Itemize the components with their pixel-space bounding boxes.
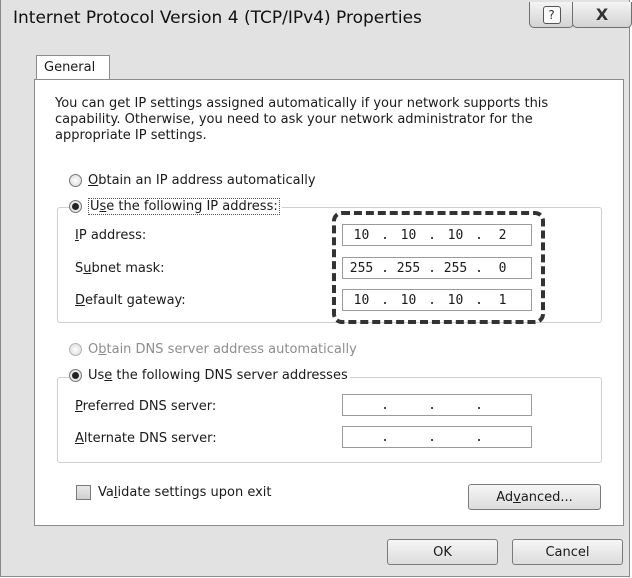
obtain-ip-auto-option[interactable]: Obtain an IP address automatically <box>69 173 316 188</box>
title-bar: Internet Protocol Version 4 (TCP/IPv4) P… <box>1 0 632 40</box>
use-following-dns-option[interactable]: Use the following DNS server addresses <box>69 368 350 383</box>
ok-button[interactable]: OK <box>387 539 498 565</box>
close-icon: X <box>595 5 609 24</box>
use-following-ip-label: Use the following IP address: <box>88 198 280 215</box>
description-text: You can get IP settings assigned automat… <box>55 96 549 143</box>
obtain-ip-auto-label: Obtain an IP address automatically <box>88 173 316 188</box>
obtain-dns-auto-option[interactable]: Obtain DNS server address automatically <box>69 342 357 357</box>
dns-settings-group <box>57 377 602 463</box>
alternate-dns-input[interactable]: . . . <box>342 426 532 448</box>
tab-general[interactable]: General <box>36 55 110 79</box>
obtain-ip-auto-radio[interactable] <box>69 174 82 187</box>
close-button[interactable]: X <box>572 2 632 28</box>
highlight-dashed-box <box>332 211 545 324</box>
use-following-ip-radio[interactable] <box>69 200 82 213</box>
subnet-mask-label: Subnet mask: <box>75 261 165 276</box>
default-gateway-label: Default gateway: <box>75 293 186 308</box>
help-icon: ? <box>542 5 561 24</box>
validate-settings-checkbox[interactable] <box>76 485 91 500</box>
preferred-dns-input[interactable]: . . . <box>342 394 532 416</box>
use-following-dns-radio[interactable] <box>69 369 82 382</box>
ip-address-label: IP address: <box>75 228 147 243</box>
use-following-dns-label: Use the following DNS server addresses <box>88 368 348 383</box>
use-following-ip-option[interactable]: Use the following IP address: <box>69 198 282 215</box>
cancel-button[interactable]: Cancel <box>512 539 623 565</box>
validate-settings-option[interactable]: Validate settings upon exit <box>76 485 272 500</box>
advanced-button-label: Advanced... <box>496 489 573 505</box>
window-title: Internet Protocol Version 4 (TCP/IPv4) P… <box>13 8 422 28</box>
advanced-button[interactable]: Advanced... <box>468 484 601 510</box>
obtain-dns-auto-label: Obtain DNS server address automatically <box>88 342 357 357</box>
obtain-dns-auto-radio[interactable] <box>69 343 82 356</box>
help-button[interactable]: ? <box>529 2 574 28</box>
dialog-window: Internet Protocol Version 4 (TCP/IPv4) P… <box>0 0 632 577</box>
preferred-dns-label: Preferred DNS server: <box>75 399 217 414</box>
validate-settings-label: Validate settings upon exit <box>98 485 272 500</box>
alternate-dns-label: Alternate DNS server: <box>75 431 217 446</box>
